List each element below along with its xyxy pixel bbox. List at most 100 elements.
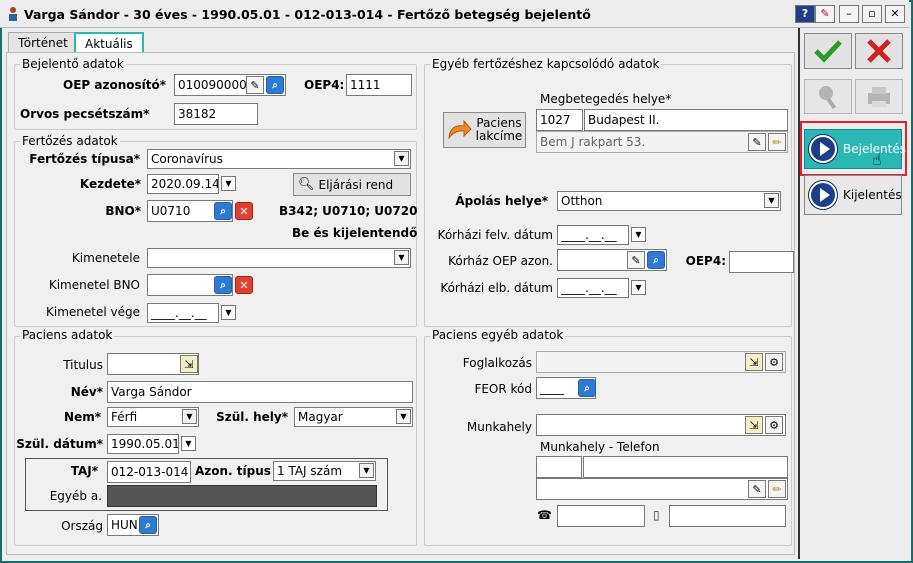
chevron-down-icon[interactable]: ▼ (182, 409, 197, 424)
calendar-dropdown-icon[interactable]: ▼ (181, 436, 196, 451)
felv-input[interactable]: ____.__.__ (557, 225, 629, 245)
arrow-curve-icon (448, 119, 472, 140)
kezdete-input[interactable]: 2020.09.14 (147, 174, 219, 194)
azon-tipus-label: Azon. típus (195, 464, 271, 478)
kimenetele-select[interactable] (147, 248, 411, 268)
search-icon[interactable]: ⌕ (214, 276, 232, 294)
foglalkozas-label: Foglalkozás (462, 356, 532, 370)
egyeb-a-label: Egyéb a. (49, 489, 102, 503)
bno-label: BNO* (105, 204, 141, 218)
search-icon[interactable]: ⌕ (647, 251, 665, 269)
eraser-icon[interactable]: ✎ (246, 76, 264, 94)
calendar-dropdown-icon[interactable]: ▼ (221, 176, 236, 191)
eraser-icon[interactable]: ✎ (627, 251, 645, 269)
orszag-label: Ország (61, 519, 103, 533)
ok-button[interactable] (804, 33, 852, 69)
lookup-icon[interactable]: ⇲ (180, 355, 198, 373)
varos-input[interactable]: Budapest II. (584, 109, 788, 131)
close-button[interactable]: ✕ (885, 5, 905, 23)
taj-label: TAJ* (70, 464, 98, 478)
lookup-icon[interactable]: ⇲ (745, 353, 763, 371)
search-icon[interactable]: ⌕ (266, 76, 284, 94)
cross-icon (867, 39, 891, 63)
search-icon[interactable]: ⌕ (214, 202, 232, 220)
app-icon (5, 6, 21, 22)
feor-label: FEOR kód (474, 382, 532, 396)
pecset-input[interactable]: 38182 (174, 103, 258, 125)
chevron-down-icon[interactable]: ▼ (359, 463, 374, 478)
megbeteg-label: Megbetegedés helye* (540, 92, 672, 106)
chevron-down-icon[interactable]: ▼ (764, 193, 779, 208)
tab-aktualis[interactable]: Aktuális (74, 32, 144, 54)
play-icon (809, 181, 837, 209)
help-icon[interactable]: ? (795, 5, 815, 23)
paciens-egyeb-title: Paciens egyéb adatok (430, 328, 566, 342)
tab-tortenet[interactable]: Történet (8, 32, 78, 53)
kimenetele-label: Kimenetele (71, 251, 140, 265)
korhaz-oep4-input[interactable] (729, 251, 794, 273)
window-title: Varga Sándor - 30 éves - 1990.05.01 - 01… (24, 7, 591, 22)
chevron-down-icon[interactable]: ▼ (394, 151, 409, 166)
kijelentes-button[interactable]: Kijelentés (804, 175, 902, 215)
egyeb-a-field (107, 485, 377, 507)
elb-input[interactable]: ____.__.__ (557, 278, 629, 298)
search-person-button (804, 79, 852, 114)
taj-input[interactable]: 012-013-014 (107, 461, 191, 483)
eraser-icon[interactable]: ✎ (748, 480, 766, 498)
eraser-icon[interactable]: ✎ (748, 133, 766, 151)
munkahely-varos-input[interactable] (583, 456, 788, 478)
fertozes-title: Fertőzés adatok (20, 134, 120, 148)
bejelentes-button[interactable]: Bejelentés (804, 129, 906, 169)
tab-label: Történet (18, 36, 68, 50)
paciens-lakcime-button[interactable]: Paciens lakcíme (443, 112, 526, 148)
pencil-icon[interactable]: ✏ (768, 133, 786, 151)
search-icon[interactable]: ⌕ (578, 379, 596, 397)
play-icon (809, 135, 837, 163)
bejelento-title: Bejelentő adatok (20, 57, 126, 71)
print-button (855, 79, 903, 114)
oep4-label: OEP4: (304, 78, 345, 92)
kijelentes-label: Kijelentés (843, 188, 902, 202)
munkahely-tel-label: Munkahely - Telefon (540, 440, 660, 454)
tipus-label: Fertőzés típusa* (29, 152, 140, 166)
eljarasi-rend-button[interactable]: 🔍︎ Eljárási rend (293, 173, 411, 196)
lookup-icon[interactable]: ⇲ (745, 416, 763, 434)
eljarasi-label: Eljárási rend (318, 177, 394, 192)
maximize-button[interactable]: ▫ (862, 5, 882, 23)
pencil-icon[interactable]: ✏ (768, 480, 786, 498)
tab-label: Aktuális (85, 37, 133, 51)
person-search-icon (819, 85, 837, 109)
telefon-input[interactable] (557, 505, 645, 527)
oep-label: OEP azonosító* (63, 78, 166, 92)
korhaz-oep-label: Kórház OEP azon. (448, 254, 553, 268)
munkahely-irsz-input[interactable] (536, 456, 582, 478)
tipus-select[interactable]: Coronavírus (147, 149, 411, 169)
nev-input[interactable]: Varga Sándor (107, 381, 413, 403)
irsz-input[interactable]: 1027 (536, 109, 583, 131)
calendar-dropdown-icon[interactable]: ▼ (631, 280, 646, 295)
magnifier-icon: 🔍︎ (298, 177, 315, 192)
paciens-lakcime-label: Paciens lakcíme (475, 116, 523, 143)
apolas-select[interactable]: Otthon (557, 191, 781, 211)
szul-datum-input[interactable]: 1990.05.01 (107, 434, 179, 454)
paciens-title: Paciens adatok (20, 328, 115, 342)
kim-vege-input[interactable]: ____.__.__ (147, 303, 219, 323)
chevron-down-icon[interactable]: ▼ (396, 409, 411, 424)
nem-label: Nem* (64, 410, 101, 424)
clear-icon[interactable]: ✕ (235, 276, 253, 294)
felv-label: Kórházi felv. dátum (437, 228, 553, 242)
calendar-dropdown-icon[interactable]: ▼ (631, 227, 646, 242)
clear-icon[interactable]: ✕ (235, 202, 253, 220)
cancel-button[interactable] (855, 33, 903, 69)
kezdete-label: Kezdete* (79, 177, 141, 191)
search-icon[interactable]: ⌕ (139, 516, 157, 534)
chevron-down-icon[interactable]: ▼ (394, 250, 409, 265)
szul-hely-label: Szül. hely* (216, 410, 288, 424)
calendar-dropdown-icon[interactable]: ▼ (221, 305, 236, 320)
minimize-button[interactable]: – (839, 5, 859, 23)
oep4-input[interactable]: 1111 (346, 74, 412, 96)
pin-icon[interactable]: ✎ (815, 5, 835, 23)
gear-icon[interactable]: ⚙ (765, 353, 783, 371)
gear-icon[interactable]: ⚙ (765, 416, 783, 434)
mobil-input[interactable] (669, 505, 786, 527)
